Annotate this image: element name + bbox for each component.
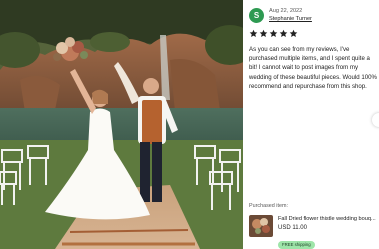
star-icon — [269, 29, 278, 37]
reviewer-name-link[interactable]: Stephanie Turner — [269, 15, 312, 23]
reviewer-meta: Aug 22, 2022 Stephanie Turner — [269, 7, 312, 23]
product-thumbnail[interactable] — [249, 215, 273, 237]
purchased-item-card[interactable]: Fall Dried flower thistle wedding bouq..… — [249, 215, 379, 249]
product-price: USD 11.00 — [278, 225, 307, 231]
review-text: As you can see from my reviews, I've pur… — [249, 46, 377, 90]
star-icon — [259, 29, 268, 37]
wedding-photo — [0, 0, 243, 249]
review-panel: S Aug 22, 2022 Stephanie Turner As you c… — [243, 0, 379, 249]
star-icon — [289, 29, 298, 37]
purchased-item-label: Purchased item: — [249, 203, 288, 209]
star-icon — [279, 29, 288, 37]
review-date: Aug 22, 2022 — [269, 8, 303, 14]
star-rating — [249, 29, 299, 38]
avatar[interactable]: S — [249, 7, 264, 23]
star-icon — [249, 29, 258, 37]
product-info: Fall Dried flower thistle wedding bouq..… — [278, 215, 376, 249]
review-photo[interactable] — [0, 0, 243, 249]
chevron-right-icon[interactable] — [372, 113, 379, 127]
reviewer-header: S Aug 22, 2022 Stephanie Turner — [249, 7, 312, 23]
free-shipping-badge: FREE shipping — [278, 241, 315, 249]
product-title-link[interactable]: Fall Dried flower thistle wedding bouq..… — [278, 215, 376, 223]
